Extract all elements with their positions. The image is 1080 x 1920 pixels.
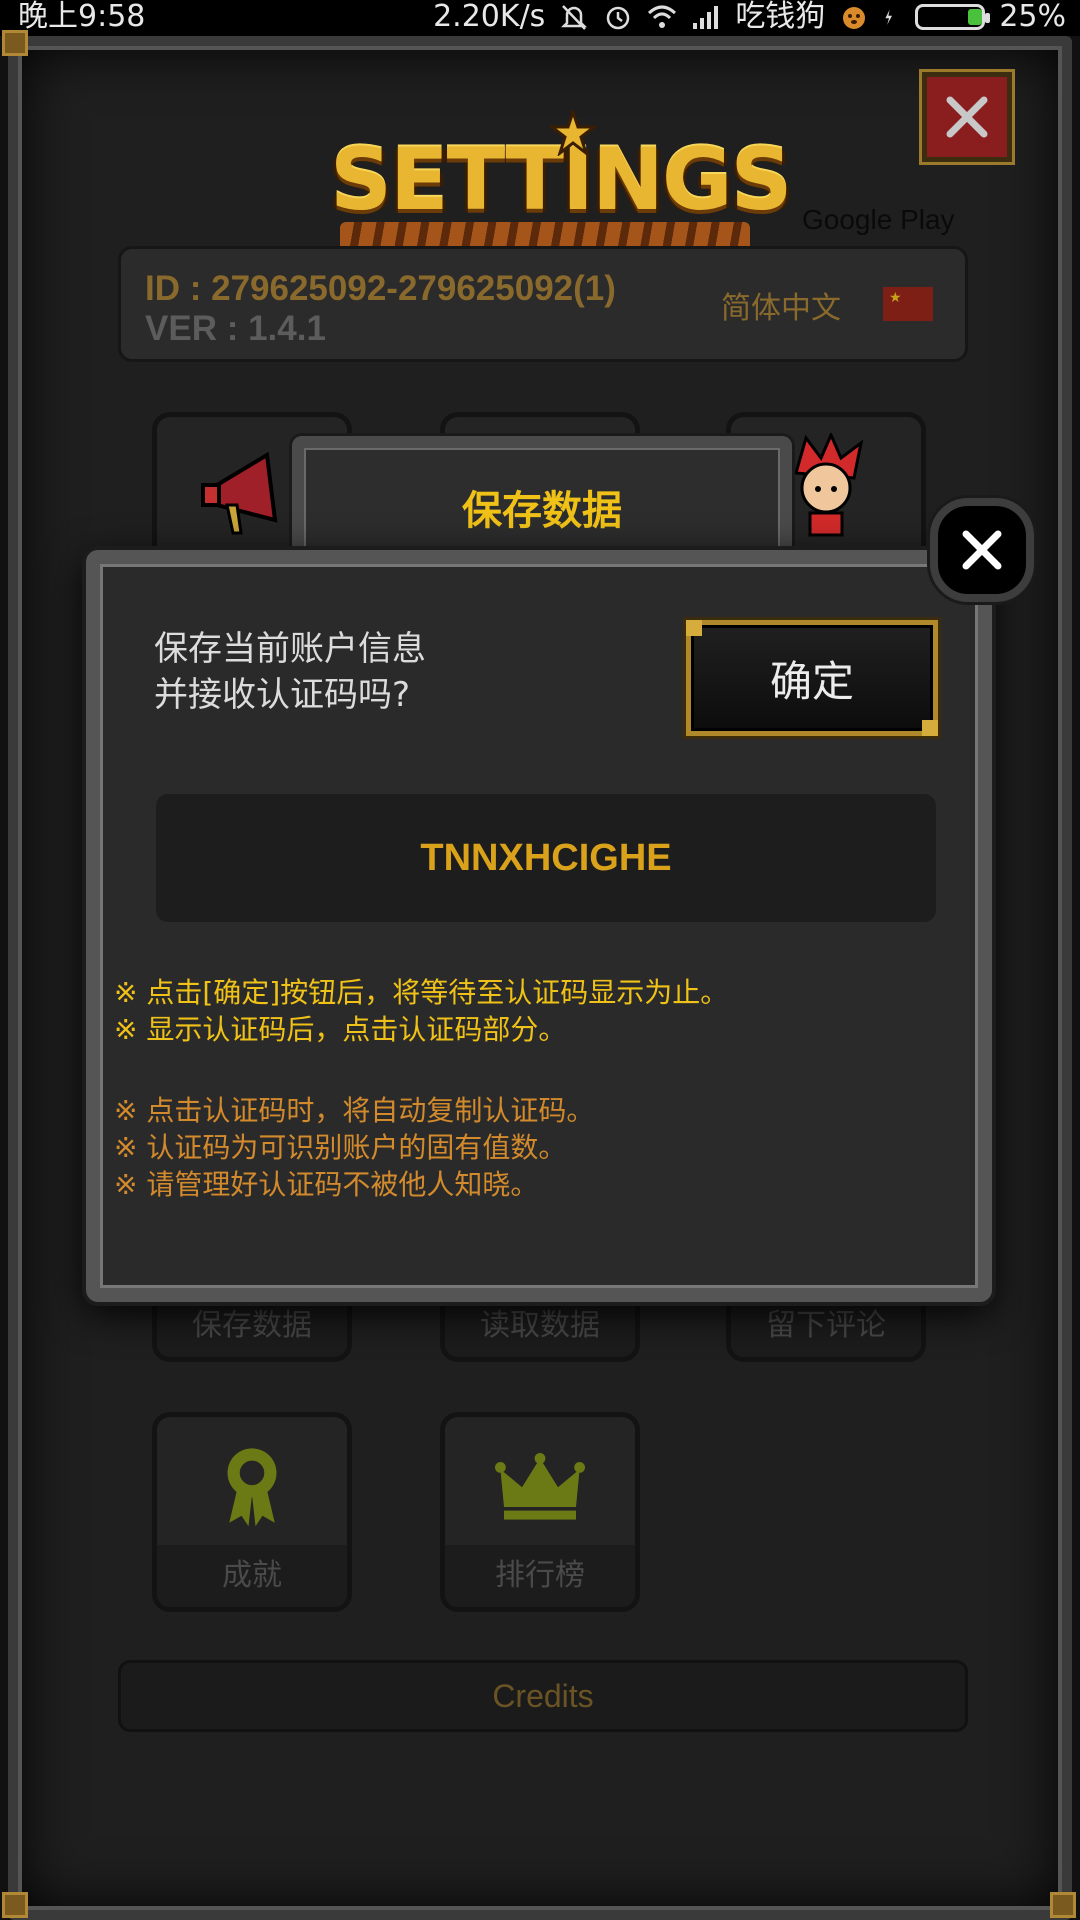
- alarm-icon: [607, 6, 630, 30]
- star-icon: [550, 110, 596, 156]
- dialog-message-line1: 保存当前账户信息: [154, 629, 426, 669]
- dialog-title: 保存数据: [462, 488, 622, 534]
- dialog-close-button[interactable]: [930, 498, 1034, 602]
- account-info-panel: ID : 279625092-279625092(1) VER : 1.4.1 …: [118, 246, 968, 362]
- status-right: 2.20K/s 吃钱狗 25%: [433, 0, 1066, 34]
- account-id: ID : 279625092-279625092(1): [145, 269, 616, 308]
- settings-close-button[interactable]: [922, 72, 1012, 162]
- close-icon: [946, 96, 988, 138]
- note-line: ※ 点击认证码时，将自动复制认证码。: [114, 1094, 595, 1127]
- dialog-title-tab: 保存数据: [292, 436, 792, 566]
- tile-save-data-label: 保存数据: [157, 1295, 347, 1357]
- note-line: ※ 显示认证码后，点击认证码部分。: [114, 1013, 567, 1046]
- tile-leaderboard-label: 排行榜: [445, 1545, 635, 1607]
- settings-logo: SETTINGS: [330, 110, 793, 252]
- auth-code-box[interactable]: TNNXHCIGHE: [156, 794, 936, 922]
- close-icon: [962, 530, 1002, 570]
- settings-logo-text: SETTINGS: [330, 130, 793, 230]
- save-data-dialog: 保存当前账户信息 并接收认证码吗? 确定 TNNXHCIGHE ※ 点击[确定]…: [86, 550, 992, 1302]
- confirm-button-label: 确定: [769, 656, 854, 706]
- dialog-message: 保存当前账户信息 并接收认证码吗?: [154, 626, 426, 718]
- megaphone-icon: [201, 451, 278, 535]
- note-line: ※ 请管理好认证码不被他人知晓。: [114, 1168, 539, 1201]
- frame-corner-bl: [2, 1892, 28, 1918]
- dog-icon: [843, 7, 866, 29]
- tile-review-label: 留下评论: [731, 1295, 921, 1357]
- frame-corner-br: [1050, 1892, 1076, 1918]
- china-flag-icon[interactable]: ★: [883, 287, 933, 321]
- language-selector[interactable]: 简体中文: [721, 283, 841, 327]
- signal-icon: [693, 6, 719, 29]
- carrier-name: 吃钱狗: [735, 0, 826, 34]
- mute-bell-icon: [561, 5, 588, 30]
- medal-icon: [227, 1448, 277, 1527]
- battery-icon: [915, 4, 991, 30]
- confirm-button[interactable]: 确定: [686, 620, 938, 736]
- dialog-notes: ※ 点击[确定]按钮后，将等待至认证码显示为止。 ※ 显示认证码后，点击认证码部…: [114, 974, 974, 1203]
- charging-icon: [885, 9, 893, 25]
- corner-ornament: [686, 620, 702, 636]
- dialog-message-line2: 并接收认证码吗?: [154, 675, 411, 715]
- note-line: ※ 点击[确定]按钮后，将等待至认证码显示为止。: [114, 976, 729, 1009]
- corner-ornament: [922, 720, 938, 736]
- battery-percent: 25%: [999, 0, 1066, 34]
- credits-button[interactable]: Credits: [118, 1660, 968, 1732]
- version-label: VER : 1.4.1: [145, 309, 326, 348]
- tile-leaderboard[interactable]: 排行榜: [440, 1412, 640, 1612]
- google-play-label[interactable]: Google Play: [802, 204, 955, 236]
- status-bar: 晚上9:58 2.20K/s 吃钱狗 25%: [0, 0, 1080, 36]
- frame-corner-tl: [2, 30, 28, 56]
- status-time: 晚上9:58: [18, 0, 146, 34]
- wifi-icon: [648, 5, 677, 28]
- tile-achievements[interactable]: 成就: [152, 1412, 352, 1612]
- crown-icon: [495, 1453, 585, 1520]
- tile-load-data-label: 读取数据: [445, 1295, 635, 1357]
- note-line: ※ 认证码为可识别账户的固有值数。: [114, 1131, 567, 1164]
- net-speed: 2.20K/s: [433, 0, 546, 34]
- tile-achievements-label: 成就: [157, 1545, 347, 1607]
